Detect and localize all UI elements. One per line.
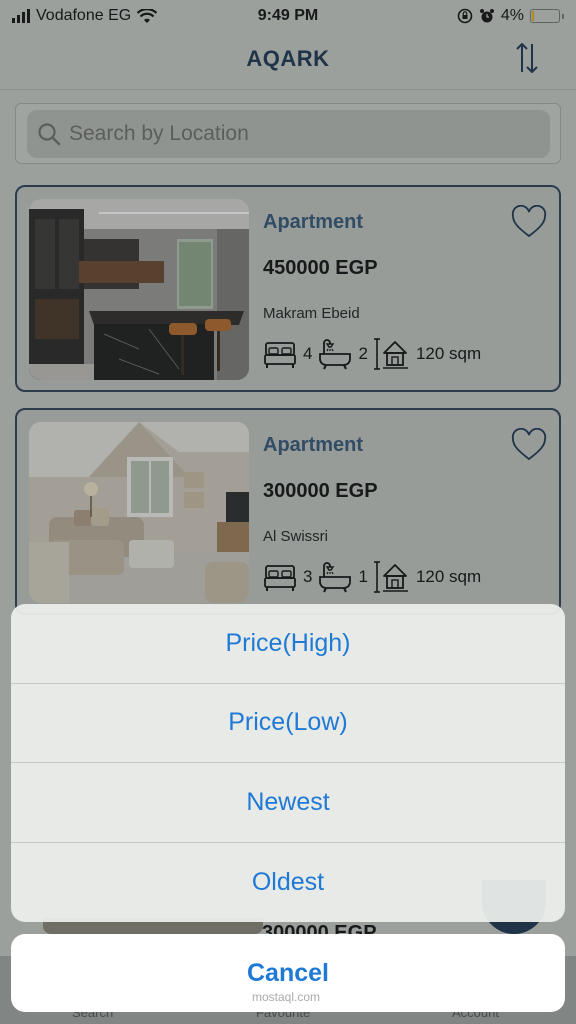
sort-action-sheet: Price(High) Price(Low) Newest Oldest — [11, 604, 565, 922]
sort-option-price-low[interactable]: Price(Low) — [11, 684, 565, 763]
sort-option-oldest[interactable]: Oldest — [11, 843, 565, 923]
sort-option-newest[interactable]: Newest — [11, 763, 565, 843]
watermark: mostaql.com — [252, 990, 321, 1004]
sort-option-price-high[interactable]: Price(High) — [11, 604, 565, 684]
